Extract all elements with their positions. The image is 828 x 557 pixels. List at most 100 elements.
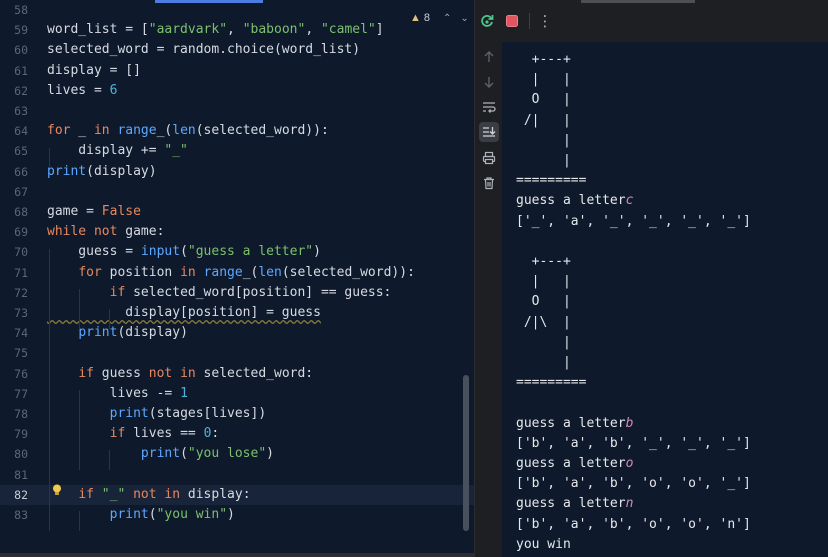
- line-number[interactable]: 70: [0, 242, 28, 262]
- code-line[interactable]: 63: [0, 101, 474, 121]
- code-line[interactable]: 76 if guess not in selected_word:: [0, 364, 474, 384]
- line-number[interactable]: 79: [0, 424, 28, 444]
- line-number[interactable]: 60: [0, 40, 28, 60]
- line-number[interactable]: 63: [0, 101, 28, 121]
- code-editor[interactable]: 58 59 word_list = ["aardvark", "baboon", "…: [0, 0, 474, 557]
- line-number[interactable]: 58: [0, 0, 28, 20]
- console-line: |: [516, 333, 571, 353]
- code-line[interactable]: 59 word_list = ["aardvark", "baboon", "ca…: [0, 20, 474, 40]
- inspection-widget[interactable]: ▲ 8 ⌃ ⌄: [410, 10, 469, 26]
- current-code-line[interactable]: 82 if "_" not in display:: [0, 484, 474, 505]
- output-text: +---+: [516, 52, 571, 67]
- code-line[interactable]: 71 for position in range_(len(selected_w…: [0, 263, 474, 283]
- line-number[interactable]: 77: [0, 384, 28, 404]
- code-line[interactable]: 62 lives = 6: [0, 81, 474, 101]
- scroll-down-button[interactable]: [479, 72, 499, 92]
- indent-guide: [109, 450, 110, 470]
- code-text: if selected_word[position] == guess:: [47, 283, 392, 303]
- run-console[interactable]: +---+ | | O | /| | | | ========= guess a l…: [502, 42, 828, 557]
- line-number[interactable]: 65: [0, 141, 28, 161]
- line-number[interactable]: 66: [0, 162, 28, 182]
- stop-button[interactable]: [503, 12, 521, 30]
- code-line[interactable]: 61 display = []: [0, 61, 474, 81]
- scroll-to-end-button[interactable]: [479, 122, 499, 142]
- print-button[interactable]: [479, 148, 499, 168]
- code-line[interactable]: 64 for _ in range_(len(selected_word)):: [0, 121, 474, 141]
- code-line[interactable]: 73 display[position] = guess: [0, 303, 474, 323]
- run-toolbar: ⋮: [475, 0, 828, 42]
- code-line[interactable]: 78 print(stages[lives]): [0, 404, 474, 424]
- line-number[interactable]: 71: [0, 263, 28, 283]
- line-number[interactable]: 82: [0, 485, 28, 505]
- code-token: selected_word[position] == guess:: [125, 284, 392, 300]
- chevron-down-icon[interactable]: ⌄: [460, 13, 468, 24]
- code-token: :: [211, 426, 220, 442]
- console-line: ['b', 'a', 'b', 'o', 'o', '_']: [516, 474, 751, 494]
- line-number[interactable]: 68: [0, 202, 28, 222]
- code-token: selected_word:: [195, 365, 314, 381]
- line-number[interactable]: 62: [0, 81, 28, 101]
- code-token: display = []: [47, 62, 141, 78]
- line-number[interactable]: 80: [0, 444, 28, 464]
- output-text: ['b', 'a', 'b', 'o', 'o', 'n']: [516, 516, 751, 532]
- code-line[interactable]: 75: [0, 343, 474, 363]
- lightbulb-icon[interactable]: [52, 484, 62, 496]
- output-text: /| |: [516, 112, 571, 128]
- code-line[interactable]: 79 if lives == 0:: [0, 424, 474, 444]
- code-line[interactable]: 74 print(display): [0, 323, 474, 343]
- code-token: "guess a letter": [187, 244, 314, 260]
- more-options-button[interactable]: ⋮: [536, 12, 554, 30]
- code-line[interactable]: 83 print("you win"): [0, 505, 474, 525]
- output-text: |: [516, 132, 571, 148]
- line-number[interactable]: 73: [0, 303, 28, 323]
- code-token: position: [101, 264, 181, 280]
- code-text: if guess not in selected_word:: [47, 364, 313, 384]
- trash-icon: [484, 177, 494, 190]
- line-number[interactable]: 67: [0, 182, 28, 202]
- code-token: print: [47, 163, 87, 179]
- code-token: (display): [86, 163, 157, 179]
- code-line[interactable]: 81: [0, 465, 474, 485]
- code-text: lives -= 1: [47, 384, 188, 404]
- console-line: |: [516, 131, 571, 151]
- code-line[interactable]: 67: [0, 182, 474, 202]
- rerun-button[interactable]: [478, 12, 496, 30]
- scroll-up-button[interactable]: [479, 47, 499, 67]
- line-number[interactable]: 74: [0, 323, 28, 343]
- code-line[interactable]: 80 print("you lose"): [0, 444, 474, 464]
- output-text: ['_', 'a', '_', '_', '_', '_']: [516, 213, 751, 229]
- code-line[interactable]: 60 selected_word = random.choice(word_lis…: [0, 40, 474, 60]
- code-line[interactable]: 69 while not game:: [0, 222, 474, 242]
- soft-wrap-button[interactable]: [479, 97, 499, 117]
- output-text: |: [516, 355, 571, 370]
- line-number[interactable]: 83: [0, 505, 28, 525]
- line-number[interactable]: 81: [0, 465, 28, 485]
- line-number[interactable]: 59: [0, 20, 28, 40]
- line-number[interactable]: 78: [0, 404, 28, 424]
- code-token: if: [78, 365, 94, 381]
- code-token: _: [70, 123, 94, 139]
- code-line[interactable]: 77 lives -= 1: [0, 384, 474, 404]
- console-line: =========: [516, 373, 586, 393]
- line-number[interactable]: 76: [0, 364, 28, 384]
- code-line[interactable]: 72 if selected_word[position] == guess:: [0, 283, 474, 303]
- line-number[interactable]: 69: [0, 222, 28, 242]
- run-tab-indicator: [581, 0, 695, 3]
- code-line[interactable]: 68 game = False: [0, 202, 474, 222]
- output-text: you win: [516, 536, 571, 552]
- editor-scrollbar[interactable]: [463, 375, 469, 531]
- line-number[interactable]: 75: [0, 343, 28, 363]
- console-line: |: [516, 353, 571, 373]
- code-text: for position in range_(len(selected_word…: [47, 263, 415, 283]
- code-line[interactable]: 65 display += "_": [0, 141, 474, 161]
- code-token: "_": [101, 486, 126, 502]
- line-number[interactable]: 64: [0, 121, 28, 141]
- chevron-up-icon[interactable]: ⌃: [443, 13, 451, 24]
- code-line[interactable]: 66 print(display): [0, 162, 474, 182]
- line-number[interactable]: 72: [0, 283, 28, 303]
- code-line[interactable]: 58: [0, 0, 474, 20]
- line-number[interactable]: 61: [0, 61, 28, 81]
- code-line[interactable]: 70 guess = input("guess a letter"): [0, 242, 474, 262]
- user-input-text: o: [625, 456, 634, 471]
- clear-console-button[interactable]: [479, 173, 499, 193]
